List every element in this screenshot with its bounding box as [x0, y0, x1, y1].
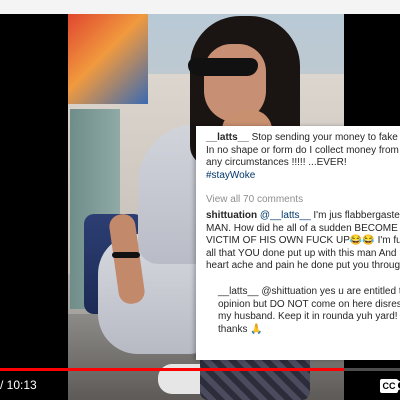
comment-username: __latts__ — [218, 286, 259, 297]
comment-text: I'm jus flabbergasted — [313, 210, 400, 221]
top-strip — [0, 0, 400, 14]
comment-shittuation: shittuation @__latts__ I'm jus flabberga… — [206, 210, 400, 273]
bracelet — [112, 252, 140, 258]
comment-username: shittuation — [206, 210, 258, 221]
comment-text: thanks 🙏 — [218, 323, 263, 335]
progress-played — [0, 368, 344, 371]
comment-text: Stop sending your money to fake a — [248, 132, 400, 143]
reply-latts: __latts__ @shittuation yes u are entitle… — [218, 286, 400, 336]
mention: @__latts__ — [257, 210, 314, 221]
comment-text: my husband. Keep it in rounda yuh yard! — [218, 311, 398, 322]
comment-screenshot: __latts__ Stop sending your money to fak… — [196, 126, 400, 360]
sunglasses — [188, 58, 258, 76]
gear-icon[interactable]: ⚙ — [394, 376, 400, 396]
mention: @shittuation — [258, 286, 320, 297]
video-player[interactable]: __latts__ Stop sending your money to fak… — [0, 14, 400, 400]
comment-text: all that YOU done put up with this man A… — [206, 247, 397, 259]
comment-username: __latts__ — [206, 132, 249, 143]
hashtag: #stayWoke — [206, 169, 256, 181]
comment-text: MAN. How did he all of a sudden BECOME T — [206, 222, 400, 234]
comment-text: heart ache and pain he done put you thro… — [206, 260, 400, 271]
progress-bar[interactable] — [0, 368, 400, 371]
comment-latts: __latts__ Stop sending your money to fak… — [206, 132, 400, 182]
time-display: / 10:13 — [0, 378, 37, 392]
comment-text: VICTIM OF HIS OWN FUCK UP😂😂 I'm fum — [206, 235, 400, 246]
view-all-comments: View all 70 comments — [206, 194, 304, 205]
comment-text: yes u are entitled t — [319, 286, 400, 297]
comment-text: In no shape or form do I collect money f… — [206, 144, 399, 156]
comment-text: opinion but DO NOT come on here disres — [218, 298, 400, 310]
comment-text: any circumstances !!!!! ...EVER! — [206, 157, 347, 168]
colorful-artwork — [68, 14, 148, 104]
